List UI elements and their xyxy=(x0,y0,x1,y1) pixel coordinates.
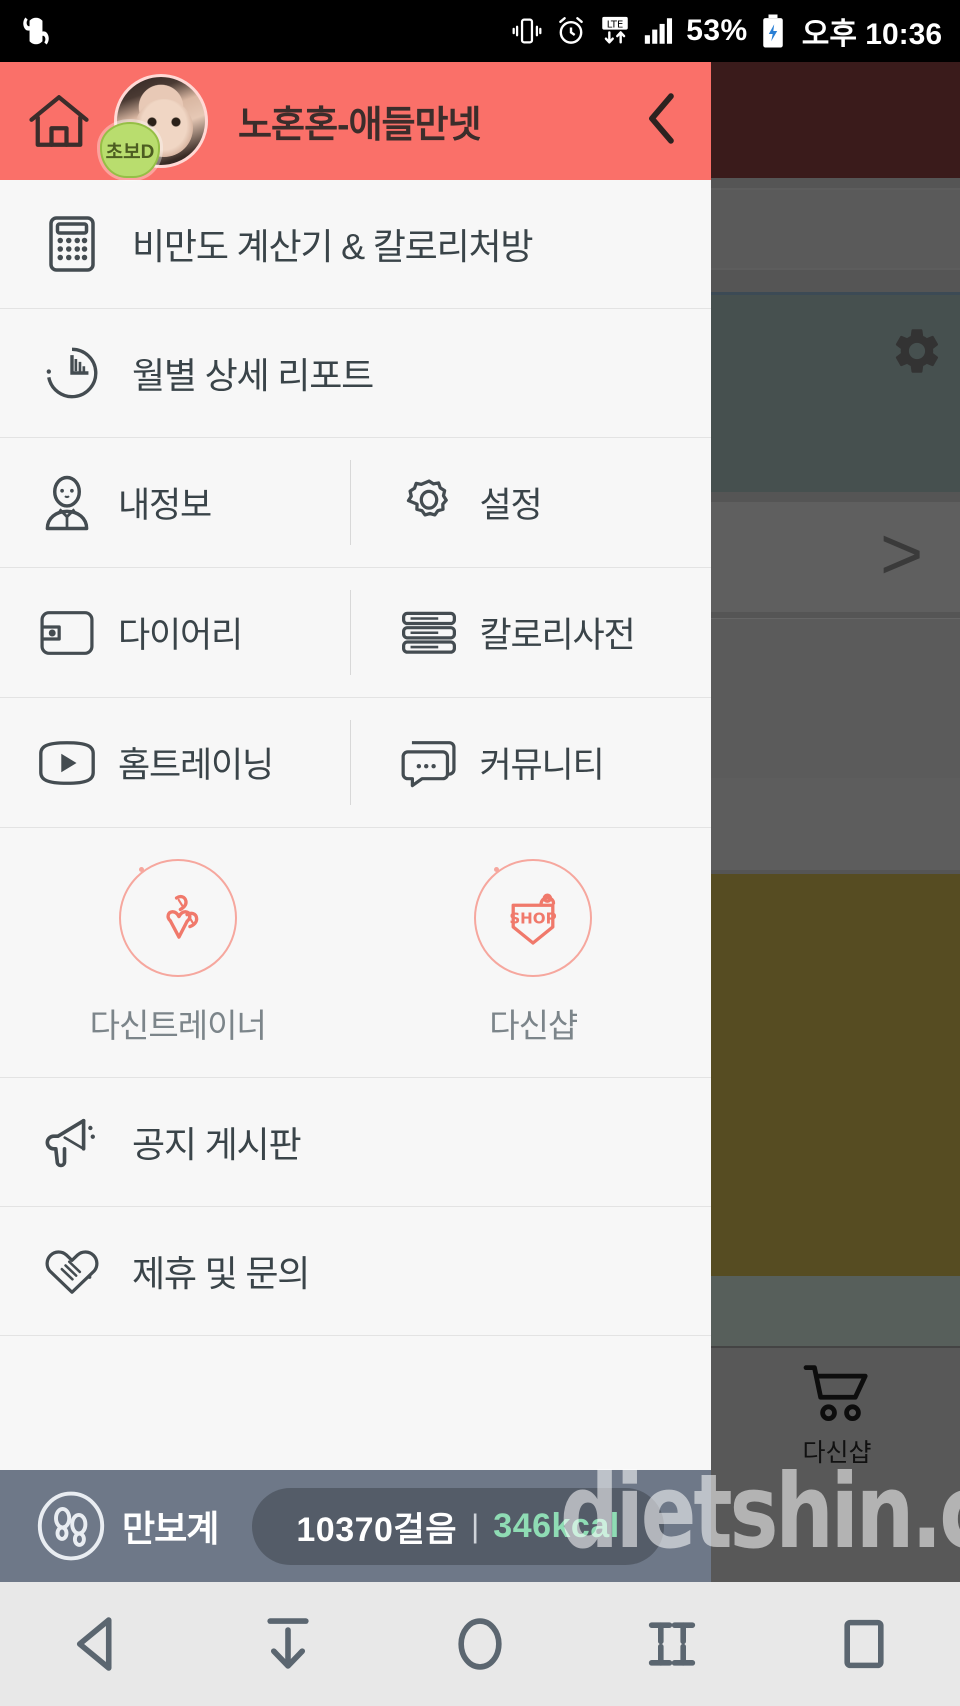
menu-item-label: 내정보 xyxy=(118,486,212,525)
menu-row-pair: 홈트레이닝 커뮤니티 xyxy=(0,698,711,828)
menu-item-label: 설정 xyxy=(479,486,543,525)
menu-item-label: 월별 상세 리포트 xyxy=(132,355,374,396)
level-badge: 초보D xyxy=(100,122,160,178)
android-nav-bar xyxy=(0,1582,960,1706)
promo-row: 다신트레이너 SHOP 다신샵 xyxy=(0,828,711,1078)
gear-icon xyxy=(396,475,462,531)
calculator-icon xyxy=(34,214,110,274)
promo-item-shop[interactable]: SHOP 다신샵 xyxy=(356,828,712,1077)
avatar[interactable]: 초보D xyxy=(100,74,208,178)
menu-item-label: 다이어리 xyxy=(118,616,243,655)
pedometer-stats-pill[interactable]: 10370걸음 | 346kcal xyxy=(252,1487,664,1565)
pedometer-kcal: 346kcal xyxy=(493,1506,620,1545)
menu-item-label: 칼로리사전 xyxy=(479,616,636,655)
collapse-button[interactable] xyxy=(602,1582,742,1706)
pedometer-separator: | xyxy=(470,1507,480,1544)
menu-item-notice-board[interactable]: 공지 게시판 xyxy=(0,1078,711,1207)
play-video-icon xyxy=(34,738,100,788)
menu-item-home-training[interactable]: 홈트레이닝 xyxy=(0,698,350,827)
pie-chart-icon xyxy=(34,344,110,402)
alarm-icon xyxy=(554,14,588,48)
cart-tab[interactable]: 다신샵 xyxy=(772,1362,902,1469)
promo-label: 다신샵 xyxy=(489,1006,578,1044)
menu-row-pair: 내정보 설정 xyxy=(0,438,711,568)
back-button[interactable] xyxy=(26,1582,166,1706)
clock-time: 오후 10:36 xyxy=(801,18,942,51)
download-button[interactable] xyxy=(218,1582,358,1706)
wallet-icon xyxy=(34,607,100,659)
signal-bars-icon xyxy=(642,14,676,48)
menu-item-label: 홈트레이닝 xyxy=(118,746,274,785)
megaphone-icon xyxy=(34,1115,110,1169)
status-bar: LTE 53% 오후 10:36 xyxy=(0,0,960,62)
side-drawer: 초보D 노혼혼-애들만넷 비만도 계산기 & 칼로리처방 월별 상세 리포트 내… xyxy=(0,62,711,1582)
cart-tab-label: 다신샵 xyxy=(802,1439,872,1467)
menu-item-my-info[interactable]: 내정보 xyxy=(0,438,350,567)
pedometer-steps: 10370걸음 xyxy=(296,1510,457,1549)
menu-item-monthly-report[interactable]: 월별 상세 리포트 xyxy=(0,309,711,438)
lte-data-icon: LTE xyxy=(598,14,632,48)
pedometer-label: 만보계 xyxy=(122,1508,219,1549)
footprints-icon xyxy=(28,1490,114,1562)
chevron-left-icon[interactable] xyxy=(639,90,685,153)
username: 노혼혼-애들만넷 xyxy=(238,104,482,145)
menu-item-bmi-calculator[interactable]: 비만도 계산기 & 칼로리처방 xyxy=(0,180,711,309)
shop-tag-icon: SHOP xyxy=(474,858,593,977)
menu-item-community[interactable]: 커뮤니티 xyxy=(349,698,712,827)
pedometer-bar[interactable]: 만보계 10370걸음 | 346kcal xyxy=(0,1470,711,1582)
svg-text:LTE: LTE xyxy=(607,19,623,30)
dumbbell-trainer-icon xyxy=(118,858,237,977)
promo-item-trainer[interactable]: 다신트레이너 xyxy=(0,828,356,1077)
home-button[interactable] xyxy=(410,1582,550,1706)
home-icon[interactable] xyxy=(22,91,96,151)
menu-item-diary[interactable]: 다이어리 xyxy=(0,568,350,697)
promo-label: 다신트레이너 xyxy=(89,1006,267,1044)
menu-item-label: 제휴 및 문의 xyxy=(132,1253,310,1294)
menu-item-label: 공지 게시판 xyxy=(132,1124,302,1165)
menu-item-label: 비만도 계산기 & 칼로리처방 xyxy=(132,226,534,267)
menu-item-label: 커뮤니티 xyxy=(479,746,605,785)
chevron-right-icon: > xyxy=(880,512,924,595)
handshake-heart-icon xyxy=(34,1244,110,1298)
gear-icon xyxy=(890,324,944,383)
menu-item-settings[interactable]: 설정 xyxy=(349,438,712,567)
chat-bubble-icon xyxy=(396,737,462,789)
svg-text:SHOP: SHOP xyxy=(510,909,557,927)
book-stack-icon xyxy=(396,608,462,658)
battery-charging-icon xyxy=(758,13,788,49)
menu-item-partnership-inquiry[interactable]: 제휴 및 문의 xyxy=(0,1207,711,1336)
menu-row-pair: 다이어리 칼로리사전 xyxy=(0,568,711,698)
recents-button[interactable] xyxy=(794,1582,934,1706)
carrier-logo xyxy=(18,13,54,49)
drawer-header: 초보D 노혼혼-애들만넷 xyxy=(0,62,711,180)
menu-item-calorie-dictionary[interactable]: 칼로리사전 xyxy=(349,568,712,697)
shopping-cart-icon xyxy=(799,1362,875,1429)
person-icon xyxy=(34,473,100,533)
battery-percent: 53% xyxy=(686,14,748,47)
vibrate-icon xyxy=(510,14,544,48)
